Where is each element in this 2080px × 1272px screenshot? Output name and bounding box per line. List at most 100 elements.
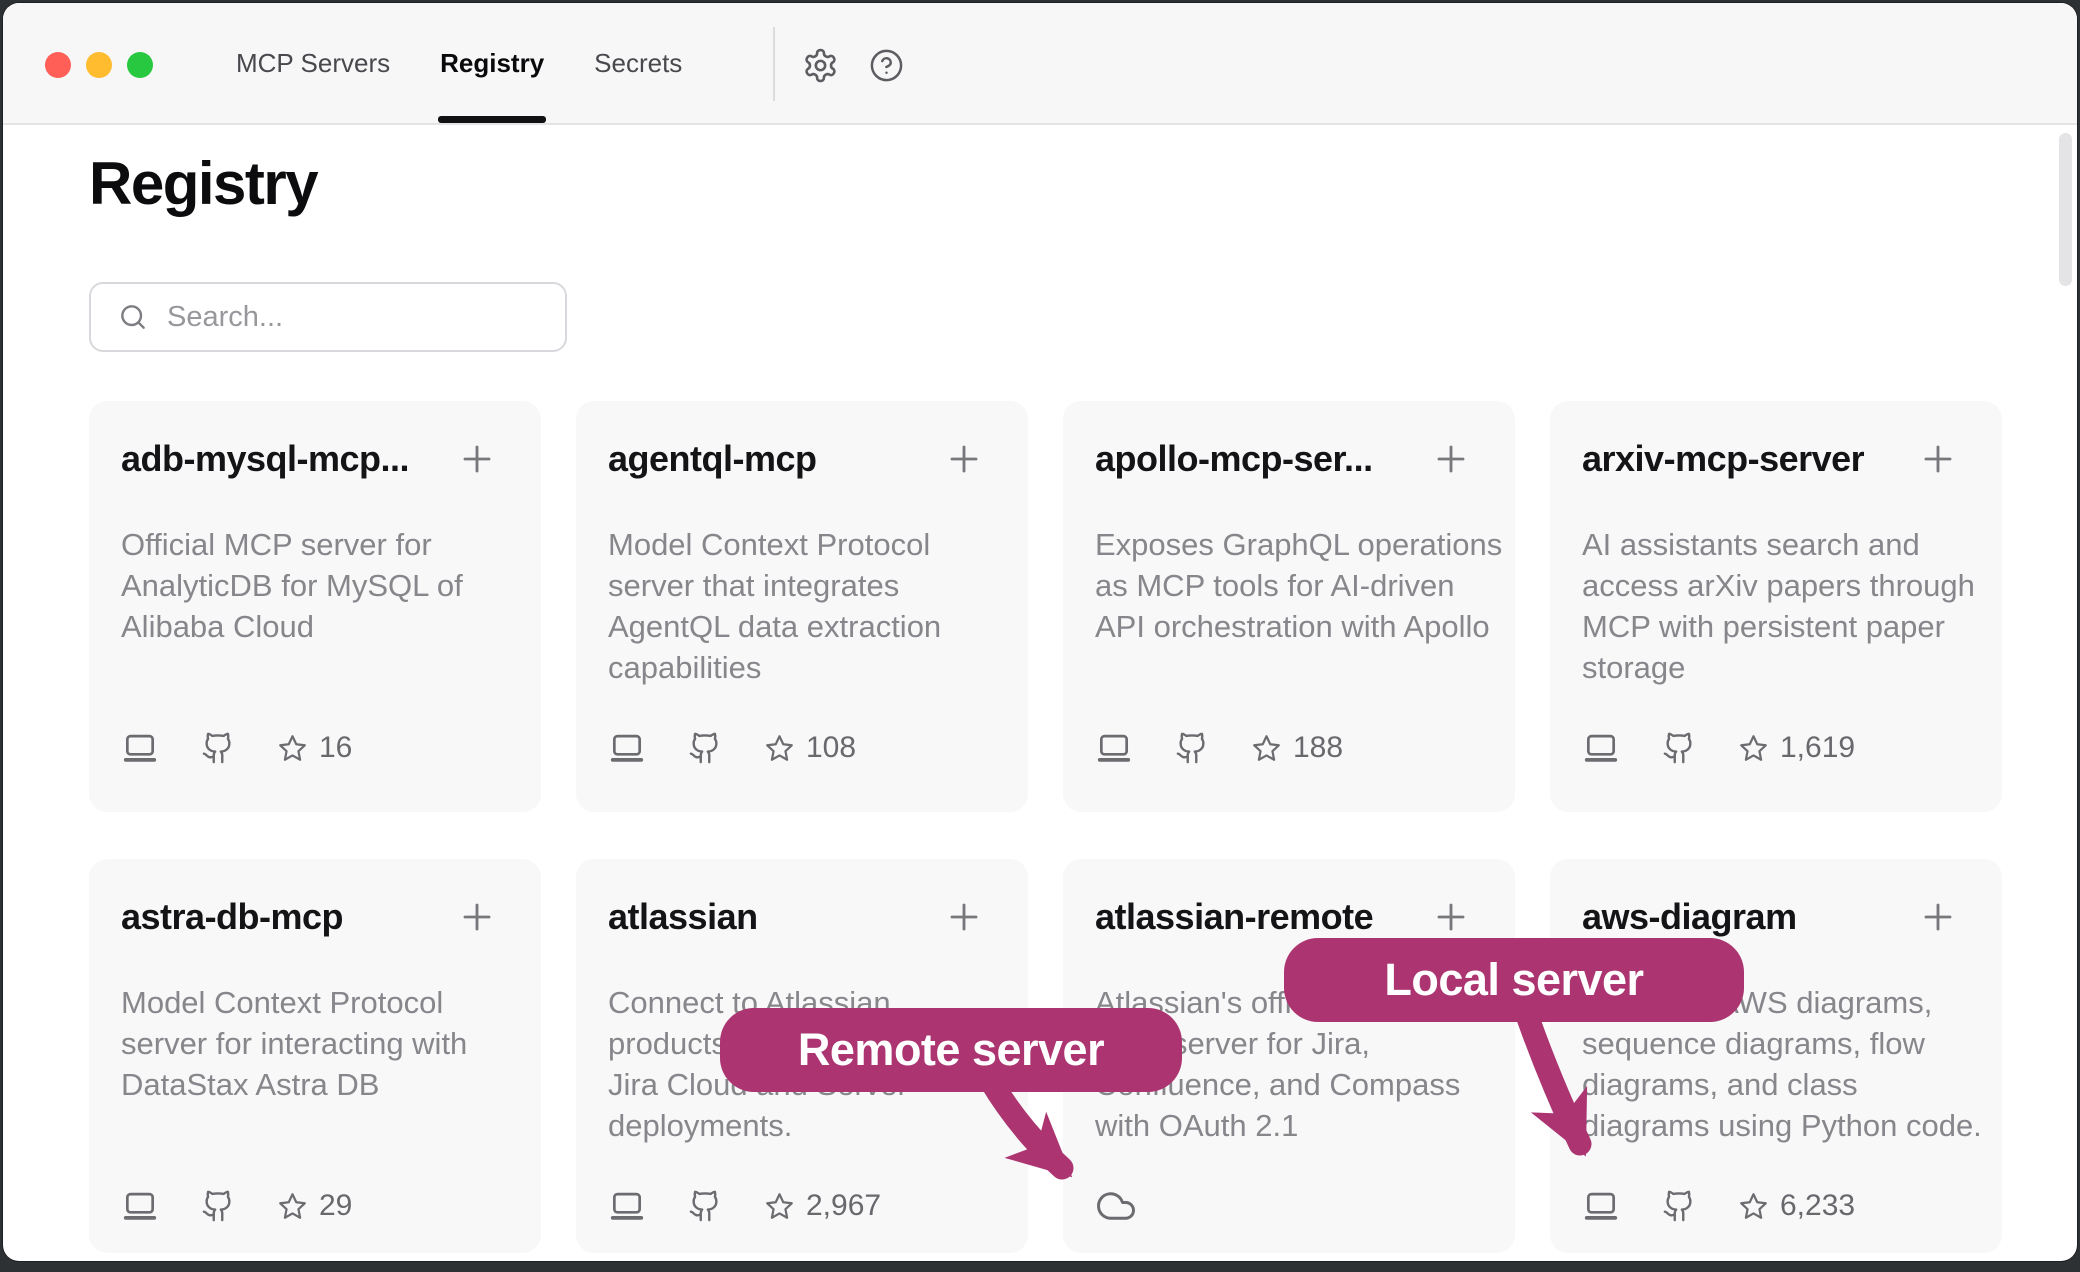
search-icon [117, 301, 149, 333]
github-icon [1175, 731, 1209, 765]
add-server-button[interactable] [946, 441, 982, 482]
minimize-window-button[interactable] [86, 52, 112, 78]
add-server-button[interactable] [1433, 899, 1469, 940]
settings-gear-icon[interactable] [802, 47, 839, 84]
laptop-icon [121, 729, 159, 767]
close-window-button[interactable] [45, 52, 71, 78]
server-name: agentql-mcp [608, 437, 817, 481]
description-line: capabilities [608, 647, 996, 688]
description-line: sequence diagrams, flow [1582, 1023, 1970, 1064]
laptop-icon [121, 1187, 159, 1225]
add-server-button[interactable] [1920, 899, 1956, 940]
description-line: diagrams, and class [1582, 1064, 1970, 1105]
description-line: deployments. [608, 1105, 996, 1146]
star-count: 6,233 [1780, 1189, 1855, 1223]
server-meta: 2,967 [608, 1185, 881, 1227]
toolbar: MCP Servers Registry Secrets [3, 3, 2077, 125]
server-card-apollo-mcp-ser[interactable]: apollo-mcp-ser... Exposes GraphQL operat… [1063, 401, 1515, 812]
description-line: MCP with persistent paper [1582, 606, 1970, 647]
server-meta [1095, 1185, 1137, 1227]
server-meta: 29 [121, 1185, 352, 1227]
star-icon [1251, 733, 1282, 764]
search-box [89, 282, 567, 352]
description-line: server for interacting with [121, 1023, 509, 1064]
tab-mcp-servers[interactable]: MCP Servers [236, 3, 390, 123]
laptop-icon [608, 1187, 646, 1225]
github-icon [688, 1189, 722, 1223]
star-count-group: 16 [277, 731, 352, 765]
page-title: Registry [89, 149, 317, 218]
star-count-group: 188 [1251, 731, 1343, 765]
star-icon [277, 733, 308, 764]
toolbar-tabs: MCP Servers Registry Secrets [236, 3, 682, 123]
search-input[interactable] [165, 300, 565, 335]
laptop-icon [1582, 729, 1620, 767]
server-meta: 16 [121, 727, 352, 769]
description-line: diagrams using Python code. [1582, 1105, 1970, 1146]
server-description: Exposes GraphQL operationsas MCP tools f… [1095, 524, 1483, 647]
tab-registry[interactable]: Registry [440, 3, 544, 123]
description-line: AnalyticDB for MySQL of [121, 565, 509, 606]
server-description: Official MCP server forAnalyticDB for My… [121, 524, 509, 647]
description-line: Model Context Protocol [608, 524, 996, 565]
server-name: arxiv-mcp-server [1582, 437, 1864, 481]
description-line: as MCP tools for AI-driven [1095, 565, 1483, 606]
server-name: atlassian-remote [1095, 895, 1373, 939]
add-server-button[interactable] [1433, 441, 1469, 482]
description-line: Alibaba Cloud [121, 606, 509, 647]
star-count: 29 [319, 1189, 352, 1223]
help-circle-icon[interactable] [869, 48, 904, 83]
description-line: storage [1582, 647, 1970, 688]
remote-server-callout: Remote server [720, 1008, 1182, 1092]
local-server-callout: Local server [1284, 938, 1744, 1022]
github-icon [201, 731, 235, 765]
star-count-group: 108 [764, 731, 856, 765]
add-server-button[interactable] [459, 441, 495, 482]
server-card-adb-mysql-mcp[interactable]: adb-mysql-mcp... Official MCP server for… [89, 401, 541, 812]
description-line: API orchestration with Apollo [1095, 606, 1483, 647]
server-name: adb-mysql-mcp... [121, 437, 409, 481]
laptop-icon [1582, 1187, 1620, 1225]
add-server-button[interactable] [946, 899, 982, 940]
server-card-agentql-mcp[interactable]: agentql-mcp Model Context Protocolserver… [576, 401, 1028, 812]
description-line: AI assistants search and [1582, 524, 1970, 565]
star-count: 1,619 [1780, 731, 1855, 765]
server-card-arxiv-mcp-server[interactable]: arxiv-mcp-server AI assistants search an… [1550, 401, 2002, 812]
star-count-group: 29 [277, 1189, 352, 1223]
server-name: apollo-mcp-ser... [1095, 437, 1373, 481]
server-meta: 6,233 [1582, 1185, 1855, 1227]
star-icon [764, 733, 795, 764]
tab-secrets[interactable]: Secrets [594, 3, 682, 123]
star-count: 188 [1293, 731, 1343, 765]
star-count-group: 6,233 [1738, 1189, 1855, 1223]
laptop-icon [1095, 729, 1133, 767]
zoom-window-button[interactable] [127, 52, 153, 78]
server-meta: 1,619 [1582, 727, 1855, 769]
add-server-button[interactable] [459, 899, 495, 940]
server-meta: 188 [1095, 727, 1343, 769]
star-count-group: 2,967 [764, 1189, 881, 1223]
server-meta: 108 [608, 727, 856, 769]
description-line: with OAuth 2.1 [1095, 1105, 1483, 1146]
description-line: access arXiv papers through [1582, 565, 1970, 606]
star-count-group: 1,619 [1738, 731, 1855, 765]
server-description: Model Context Protocolserver for interac… [121, 982, 509, 1105]
description-line: Exposes GraphQL operations [1095, 524, 1483, 565]
add-server-button[interactable] [1920, 441, 1956, 482]
description-line: Official MCP server for [121, 524, 509, 565]
star-icon [1738, 733, 1769, 764]
laptop-icon [608, 729, 646, 767]
github-icon [1662, 1189, 1696, 1223]
github-icon [201, 1189, 235, 1223]
server-card-aws-diagram[interactable]: aws-diagram Generate AWS diagrams,sequen… [1550, 859, 2002, 1253]
scrollbar-thumb[interactable] [2059, 133, 2072, 286]
server-name: atlassian [608, 895, 758, 939]
server-description: AI assistants search andaccess arXiv pap… [1582, 524, 1970, 688]
star-icon [1738, 1191, 1769, 1222]
server-card-grid: adb-mysql-mcp... Official MCP server for… [89, 401, 2002, 1261]
github-icon [1662, 731, 1696, 765]
star-count: 108 [806, 731, 856, 765]
server-name: aws-diagram [1582, 895, 1797, 939]
star-icon [764, 1191, 795, 1222]
server-card-astra-db-mcp[interactable]: astra-db-mcp Model Context Protocolserve… [89, 859, 541, 1253]
